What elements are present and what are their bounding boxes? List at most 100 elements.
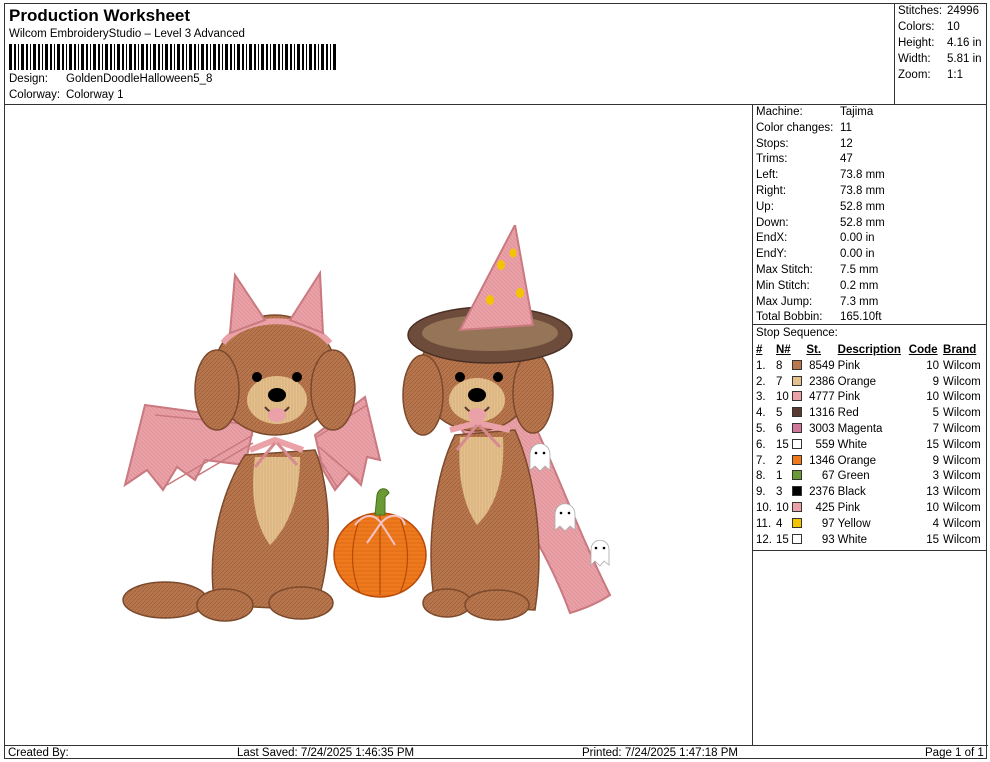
info-value: 11: [840, 121, 852, 134]
info-label: Color changes:: [756, 121, 834, 134]
table-row: 9. 3 2376 Black 13 Wilcom: [753, 484, 987, 500]
barcode-bar: [122, 44, 124, 70]
barcode-bar: [302, 44, 304, 70]
table-row: 1. 8 8549 Pink 10 Wilcom: [753, 358, 987, 374]
ghost-icon: [554, 503, 576, 532]
barcode-bar: [38, 44, 40, 70]
stitch-count: 8549: [809, 359, 835, 372]
barcode-bar: [150, 44, 151, 70]
barcode-bar: [198, 44, 199, 70]
thread-brand: Wilcom: [943, 438, 981, 451]
swatch-icon: [791, 517, 802, 528]
barcode-bar: [201, 44, 204, 70]
info-label: Min Stitch:: [756, 279, 810, 292]
needle-number: 3: [776, 486, 783, 499]
info-row: Max Stitch: 7.5 mm: [756, 264, 878, 276]
color-description: Yellow: [837, 517, 871, 530]
barcode-bar: [330, 44, 331, 70]
color-code: 15: [926, 438, 940, 451]
color-swatch: [791, 484, 807, 500]
needle-number: 8: [776, 359, 783, 372]
info-label: EndX:: [756, 232, 788, 245]
color-swatch: [791, 532, 807, 548]
thread-brand: Wilcom: [943, 423, 981, 436]
barcode-bar: [69, 44, 72, 70]
swatch-icon: [791, 470, 802, 481]
needle-number: 7: [776, 375, 783, 388]
stop-number: 4.: [756, 407, 766, 420]
barcode-bar: [225, 44, 228, 70]
color-swatch: [791, 437, 807, 453]
barcode-bar: [33, 44, 36, 70]
barcode-bar: [158, 44, 160, 70]
barcode-bar: [297, 44, 300, 70]
printed-date: Printed: 7/24/2025 1:47:18 PM: [582, 747, 738, 759]
thread-brand: Wilcom: [943, 375, 981, 388]
needle-number: 15: [776, 533, 789, 546]
table-row: 12. 15 93 White 15 Wilcom: [753, 532, 987, 548]
info-label: Trims:: [756, 153, 788, 166]
barcode-bar: [54, 44, 55, 70]
thread-brand: Wilcom: [943, 517, 981, 530]
last-saved: Last Saved: 7/24/2025 1:46:35 PM: [237, 747, 415, 759]
color-code: 3: [932, 470, 940, 483]
needle-number: 4: [776, 517, 783, 530]
needle-number: 5: [776, 407, 783, 420]
barcode-bar: [81, 44, 84, 70]
stitch-count: 1316: [809, 407, 835, 420]
color-description: Pink: [837, 502, 861, 515]
barcode-bar: [21, 44, 24, 70]
design-label: Design:: [9, 73, 48, 85]
barcode-bar: [165, 44, 168, 70]
barcode-bar: [153, 44, 156, 70]
barcode-bar: [266, 44, 268, 70]
color-swatch: [791, 421, 807, 437]
stat-colors: Colors: 10: [898, 21, 960, 33]
barcode-bar: [314, 44, 316, 70]
table-row: 8. 1 67 Green 3 Wilcom: [753, 469, 987, 485]
color-description: Pink: [837, 359, 861, 372]
barcode-bar: [138, 44, 139, 70]
barcode-bar: [210, 44, 211, 70]
thread-brand: Wilcom: [943, 391, 981, 404]
design-row: Design: GoldenDoodleHalloween5_8: [9, 73, 212, 85]
table-row: 7. 2 1346 Orange 9 Wilcom: [753, 453, 987, 469]
barcode-bar: [186, 44, 187, 70]
swatch-icon: [791, 391, 802, 402]
stitch-count: 93: [821, 533, 835, 546]
color-code: 15: [926, 533, 940, 546]
barcode-bar: [26, 44, 28, 70]
color-swatch: [791, 500, 807, 516]
col-needle: N#: [776, 344, 791, 356]
barcode-bar: [189, 44, 192, 70]
barcode-bar: [282, 44, 283, 70]
info-value: 0.00 in: [840, 248, 875, 261]
info-row: EndY: 0.00 in: [756, 248, 875, 260]
stitch-count: 3003: [809, 423, 835, 436]
stat-stitches: Stitches: 24996: [898, 5, 979, 17]
info-value: 47: [840, 153, 853, 166]
barcode-bar: [105, 44, 108, 70]
pumpkin: [333, 488, 427, 598]
stat-height: Height: 4.16 in: [898, 37, 982, 49]
barcode-bar: [246, 44, 247, 70]
barcode-bar: [57, 44, 60, 70]
barcode-bar: [117, 44, 120, 70]
col-code: Code: [908, 344, 938, 356]
stat-zoom: Zoom: 1:1: [898, 69, 963, 81]
barcode-bar: [146, 44, 148, 70]
info-value: 0.2 mm: [840, 279, 879, 292]
col-description: Description: [837, 344, 901, 356]
barcode-bar: [230, 44, 232, 70]
info-value: 73.8 mm: [840, 185, 885, 197]
info-label: EndY:: [756, 248, 787, 261]
info-label: Max Jump:: [756, 295, 813, 308]
color-swatch: [791, 358, 807, 374]
barcode-bar: [126, 44, 127, 70]
barcode-bar: [261, 44, 264, 70]
barcode-bar: [290, 44, 292, 70]
barcode-bar: [66, 44, 67, 70]
swatch-icon: [791, 375, 802, 386]
color-code: 9: [932, 375, 940, 388]
info-value: 52.8 mm: [840, 216, 885, 229]
